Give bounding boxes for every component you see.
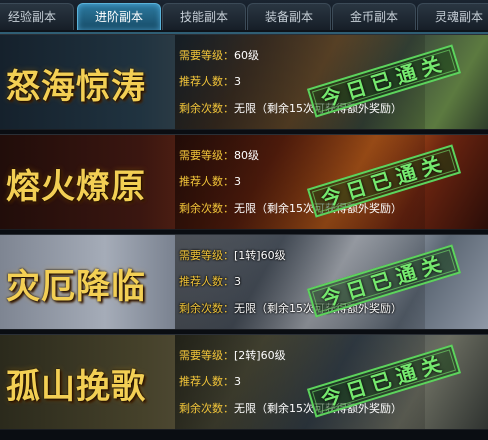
dungeon-card[interactable]: 熔火燎原 需要等级：80级 推荐人数：3 剩余次数：无限（剩余15次可获得额外奖… (0, 134, 488, 230)
dungeon-name: 灾厄降临 (6, 267, 146, 307)
required-level-value: 60级 (234, 49, 259, 62)
required-level-row: 需要等级：[1转]60级 (179, 247, 286, 263)
remaining-attempts-label: 剩余次数： (179, 102, 234, 115)
required-level-label: 需要等级： (179, 349, 234, 362)
required-level-row: 需要等级：60级 (179, 47, 259, 63)
tab-experience-dungeon[interactable]: 经验副本 (0, 3, 74, 30)
recommended-players-row: 推荐人数：3 (179, 273, 241, 289)
required-level-row: 需要等级：80级 (179, 147, 259, 163)
required-level-label: 需要等级： (179, 149, 234, 162)
required-level-value: [1转]60级 (234, 249, 286, 262)
tab-equipment-dungeon[interactable]: 装备副本 (247, 3, 331, 30)
remaining-attempts-label: 剩余次数： (179, 402, 234, 415)
recommended-players-value: 3 (234, 375, 241, 388)
dungeon-list: 怒海惊涛 需要等级：60级 推荐人数：3 剩余次数：无限（剩余15次可获得额外奖… (0, 34, 488, 440)
required-level-label: 需要等级： (179, 49, 234, 62)
recommended-players-value: 3 (234, 175, 241, 188)
tab-advanced-dungeon[interactable]: 进阶副本 (77, 3, 161, 30)
dungeon-card[interactable]: 孤山挽歌 需要等级：[2转]60级 推荐人数：3 剩余次数：无限（剩余15次可获… (0, 334, 488, 430)
tab-gold-dungeon[interactable]: 金币副本 (332, 3, 416, 30)
recommended-players-label: 推荐人数： (179, 275, 234, 288)
recommended-players-row: 推荐人数：3 (179, 173, 241, 189)
remaining-attempts-row: 剩余次数：无限（剩余15次可获得额外奖励） (179, 400, 402, 416)
recommended-players-label: 推荐人数： (179, 375, 234, 388)
required-level-value: 80级 (234, 149, 259, 162)
dungeon-tab-bar: 经验副本 进阶副本 技能副本 装备副本 金币副本 灵魂副本 (0, 0, 488, 34)
recommended-players-label: 推荐人数： (179, 75, 234, 88)
required-level-row: 需要等级：[2转]60级 (179, 347, 286, 363)
remaining-attempts-row: 剩余次数：无限（剩余15次可获得额外奖励） (179, 100, 402, 116)
dungeon-card[interactable]: 怒海惊涛 需要等级：60级 推荐人数：3 剩余次数：无限（剩余15次可获得额外奖… (0, 34, 488, 130)
recommended-players-row: 推荐人数：3 (179, 373, 241, 389)
remaining-attempts-row: 剩余次数：无限（剩余15次可获得额外奖励） (179, 200, 402, 216)
remaining-attempts-row: 剩余次数：无限（剩余15次可获得额外奖励） (179, 300, 402, 316)
recommended-players-value: 3 (234, 75, 241, 88)
recommended-players-row: 推荐人数：3 (179, 73, 241, 89)
recommended-players-value: 3 (234, 275, 241, 288)
remaining-attempts-label: 剩余次数： (179, 302, 234, 315)
dungeon-card[interactable]: 灾厄降临 需要等级：[1转]60级 推荐人数：3 剩余次数：无限（剩余15次可获… (0, 234, 488, 330)
remaining-attempts-label: 剩余次数： (179, 202, 234, 215)
recommended-players-label: 推荐人数： (179, 175, 234, 188)
tab-skill-dungeon[interactable]: 技能副本 (162, 3, 246, 30)
tab-soul-dungeon[interactable]: 灵魂副本 (417, 3, 488, 30)
dungeon-name: 熔火燎原 (6, 167, 146, 207)
dungeon-name: 怒海惊涛 (6, 67, 146, 107)
required-level-label: 需要等级： (179, 249, 234, 262)
required-level-value: [2转]60级 (234, 349, 286, 362)
dungeon-name: 孤山挽歌 (6, 367, 146, 407)
